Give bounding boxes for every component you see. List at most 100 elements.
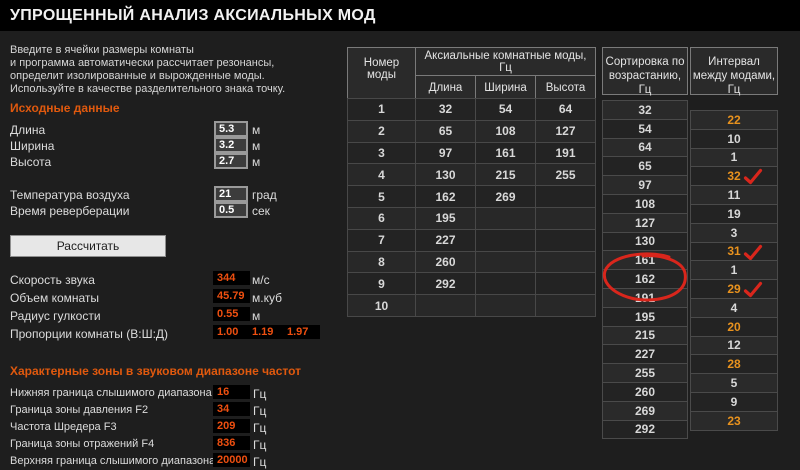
mode-height-cell: 255 — [535, 163, 596, 187]
sorted-frequency-value: 65 — [638, 159, 652, 174]
mode-length-cell: 162 — [415, 185, 476, 208]
interval-cell: 10 — [690, 128, 778, 149]
reverb-time-unit: сек — [252, 204, 270, 218]
sorted-frequency-cell: 64 — [602, 137, 688, 158]
interval-value: 5 — [730, 376, 738, 391]
sorted-frequency-cell: 32 — [602, 100, 688, 120]
interval-value: 23 — [727, 413, 741, 428]
sorted-frequency-cell: 292 — [602, 419, 688, 440]
intro-line: и программа автоматически рассчитает рез… — [10, 57, 275, 69]
sorted-frequency-value: 292 — [634, 422, 656, 437]
zone-f3-row: Частота Шредера F3 209 Гц — [10, 419, 350, 435]
interval-value: 1 — [730, 263, 738, 278]
interval-cell: 29 — [690, 279, 778, 299]
height-input[interactable] — [214, 153, 248, 169]
mode-height-cell: 191 — [535, 141, 596, 165]
interval-value: 32 — [727, 169, 741, 184]
interval-cell: 20 — [690, 316, 778, 337]
mode-height-cell — [535, 250, 596, 274]
zone-f5-row: Верхняя граница слышимого диапазона F5 2… — [10, 453, 350, 469]
mode-length-cell: 227 — [415, 228, 476, 252]
mode-width-cell: 54 — [475, 98, 536, 121]
mode-height-cell: 127 — [535, 119, 596, 143]
mode-width-cell: 269 — [475, 185, 536, 208]
modes-table-row: 3 97 161 191 — [347, 141, 596, 165]
width-input[interactable] — [214, 137, 248, 153]
mode-height-cell — [535, 206, 596, 230]
reverb-time-input[interactable] — [214, 202, 248, 218]
reverb-time-label: Время реверберации — [10, 204, 130, 218]
interval-value: 19 — [727, 206, 741, 221]
interval-cell: 28 — [690, 354, 778, 375]
boom-radius-label: Радиус гулкости — [10, 309, 101, 323]
mode-length-cell — [415, 294, 476, 317]
mode-length-cell: 195 — [415, 206, 476, 230]
sorted-column-header: Сортировка по возрастанию, Гц — [602, 47, 688, 96]
sorted-frequency-value: 130 — [634, 234, 656, 249]
interval-value: 29 — [727, 282, 741, 297]
length-unit: м — [252, 123, 261, 137]
interval-value: 20 — [727, 319, 741, 334]
interval-cell: 1 — [690, 147, 778, 168]
mode-height-cell — [535, 185, 596, 208]
interval-value: 3 — [730, 225, 738, 240]
sorted-frequency-value: 162 — [634, 272, 656, 287]
red-checkmark-icon — [743, 282, 763, 298]
height-row: Высота м — [10, 153, 340, 170]
intro-text: Введите в ячейки размеры комнаты и прогр… — [10, 44, 340, 96]
calculate-button[interactable]: Рассчитать — [10, 235, 166, 257]
sorted-frequency-cell: 127 — [602, 212, 688, 233]
mode-width-cell — [475, 250, 536, 274]
zone-f1-row: Нижняя граница слышимого диапазона F1 16… — [10, 385, 350, 401]
modes-table-row: 6 195 — [347, 206, 596, 230]
temperature-row: Температура воздуха град — [10, 186, 340, 203]
mode-number-cell: 6 — [347, 206, 416, 230]
temperature-unit: град — [252, 188, 277, 202]
proportion-height-value: 1.00 — [213, 325, 250, 339]
interval-cell: 22 — [690, 110, 778, 130]
mode-number-cell: 1 — [347, 98, 416, 121]
mode-height-cell — [535, 294, 596, 317]
sorted-frequency-value: 97 — [638, 178, 652, 193]
interval-value: 22 — [727, 112, 741, 127]
interval-value: 1 — [730, 150, 738, 165]
length-input[interactable] — [214, 121, 248, 137]
sorted-frequency-value: 64 — [638, 140, 652, 155]
interval-value: 28 — [727, 357, 741, 372]
temperature-input[interactable] — [214, 186, 248, 202]
sorted-frequency-value: 227 — [634, 347, 656, 362]
modes-group-header: Аксиальные комнатные моды, Гц — [415, 47, 596, 76]
zone-f1-label: Нижняя граница слышимого диапазона F1 — [10, 387, 228, 399]
interval-column: 22 10 1 32 11 19 3 31 1 29 4 20 12 28 5 … — [690, 110, 778, 431]
sorted-frequency-value: 161 — [634, 253, 656, 268]
zone-f3-label: Частота Шредера F3 — [10, 421, 117, 433]
interval-cell: 11 — [690, 185, 778, 205]
temperature-label: Температура воздуха — [10, 188, 130, 202]
sorted-frequency-cell: 54 — [602, 118, 688, 139]
interval-cell: 12 — [690, 335, 778, 356]
sorted-frequency-cell: 191 — [602, 287, 688, 308]
mode-number-cell: 8 — [347, 250, 416, 274]
mode-height-cell — [535, 228, 596, 252]
width-row: Ширина м — [10, 137, 340, 154]
room-volume-row: Объем комнаты 45.79 м.куб — [10, 289, 350, 305]
zone-f4-row: Граница зоны отражений F4 836 Гц — [10, 436, 350, 452]
sorted-frequency-cell: 130 — [602, 231, 688, 252]
room-volume-label: Объем комнаты — [10, 291, 100, 305]
mode-width-cell — [475, 294, 536, 317]
interval-cell: 23 — [690, 410, 778, 431]
width-column-header: Ширина — [475, 75, 536, 100]
sound-speed-label: Скорость звука — [10, 273, 95, 287]
mode-height-cell — [535, 272, 596, 296]
zone-f1-unit: Гц — [253, 387, 267, 401]
modes-table-row: 7 227 — [347, 228, 596, 252]
sorted-frequency-value: 127 — [634, 215, 656, 230]
boom-radius-unit: м — [252, 309, 261, 323]
red-checkmark-icon — [743, 244, 763, 260]
modes-table-row: 10 — [347, 294, 596, 317]
mode-number-cell: 4 — [347, 163, 416, 187]
proportion-width-value: 1.19 — [248, 325, 285, 339]
mode-height-cell: 64 — [535, 98, 596, 121]
mode-number-cell: 2 — [347, 119, 416, 143]
mode-length-cell: 97 — [415, 141, 476, 165]
